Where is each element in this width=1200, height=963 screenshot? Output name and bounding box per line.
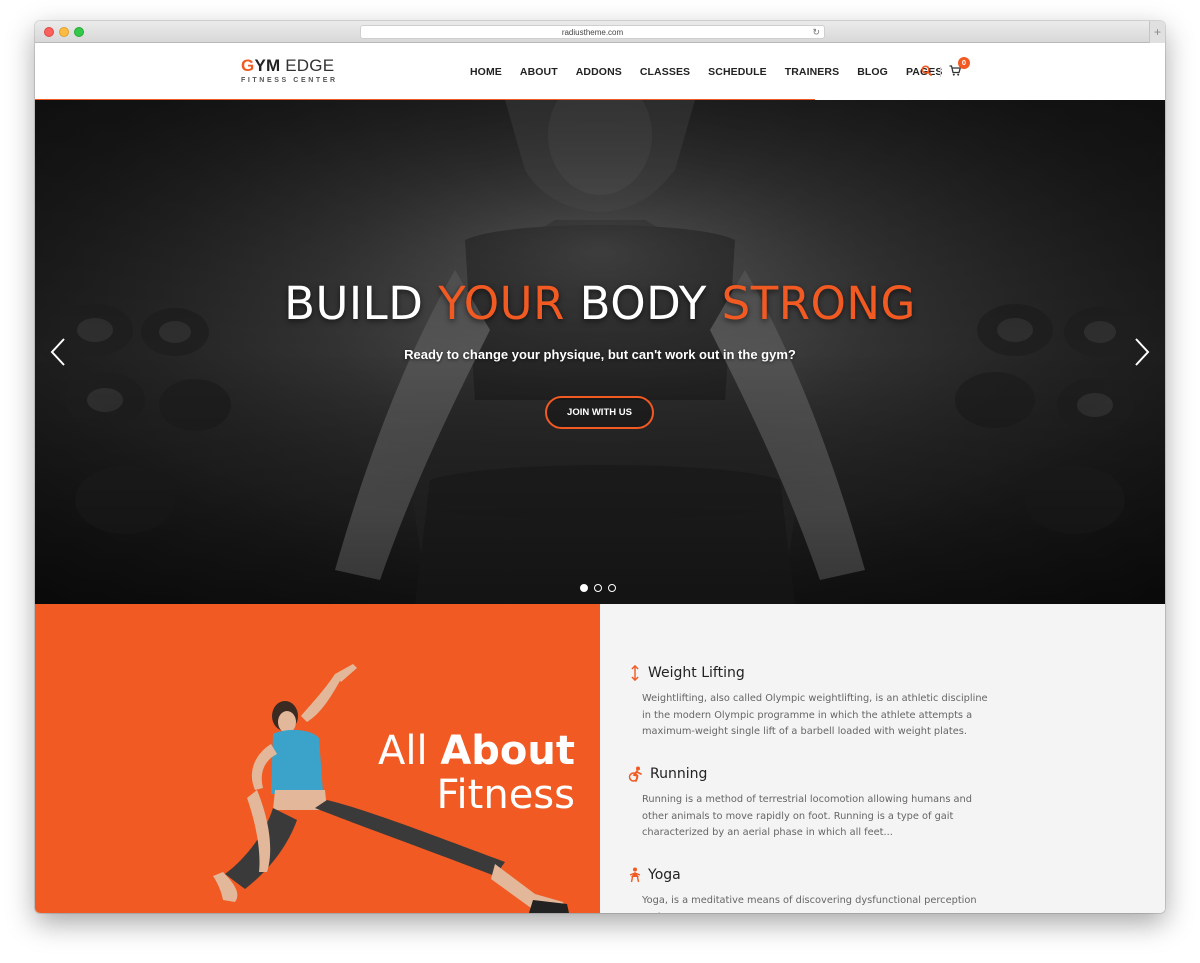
zoom-window-button[interactable] xyxy=(74,27,84,37)
feature-description: Weightlifting, also called Olympic weigh… xyxy=(642,693,988,737)
reload-icon[interactable]: ↻ xyxy=(812,26,820,39)
hero-headline-part-1: BUILD xyxy=(284,277,439,330)
nav-addons[interactable]: ADDONS xyxy=(567,66,631,78)
new-tab-button[interactable]: + xyxy=(1149,21,1165,43)
search-icon[interactable] xyxy=(921,65,932,76)
feature-item-running: Running Running is a method of terrestri… xyxy=(628,766,988,842)
slider-prev-arrow-icon[interactable] xyxy=(49,337,67,367)
address-bar[interactable]: radiustheme.com ↻ xyxy=(360,25,825,39)
logo-gym-rest: YM xyxy=(254,56,281,75)
running-icon xyxy=(628,766,642,782)
feature-description: Running is a method of terrestrial locom… xyxy=(642,794,972,838)
logo-edge: EDGE xyxy=(280,56,335,75)
nav-classes[interactable]: CLASSES xyxy=(631,66,699,78)
fitness-heading-line2: Fitness xyxy=(436,772,575,818)
fitness-heading: All About Fitness xyxy=(365,729,575,817)
fitness-heading-bold: About xyxy=(440,728,575,774)
logo-subtitle: FITNESS CENTER xyxy=(241,77,338,84)
feature-title: Weight Lifting xyxy=(648,665,745,681)
minimize-window-button[interactable] xyxy=(59,27,69,37)
feature-title: Running xyxy=(650,766,708,782)
site-logo[interactable]: GYM EDGE FITNESS CENTER xyxy=(241,57,338,84)
nav-blog[interactable]: BLOG xyxy=(848,66,897,78)
hero-headline-part-2: YOUR xyxy=(438,277,565,330)
slider-dot-1[interactable] xyxy=(580,584,588,592)
cart-count-badge: 0 xyxy=(958,57,970,69)
hero-headline-part-3: BODY xyxy=(564,277,722,330)
logo-wordmark: GYM EDGE xyxy=(241,57,338,74)
weight-lifting-icon xyxy=(631,665,639,681)
slider-dot-3[interactable] xyxy=(608,584,616,592)
hero-headline-part-4: STRONG xyxy=(721,277,916,330)
main-nav: HOME ABOUT ADDONS CLASSES SCHEDULE TRAIN… xyxy=(461,43,951,100)
nav-schedule[interactable]: SCHEDULE xyxy=(699,66,776,78)
logo-initial: G xyxy=(241,56,255,75)
feature-title: Yoga xyxy=(648,867,681,883)
fitness-heading-light: All xyxy=(378,728,441,774)
nav-divider xyxy=(940,67,941,77)
feature-item-weight-lifting: Weight Lifting Weightlifting, also calle… xyxy=(628,665,988,741)
browser-window: radiustheme.com ↻ + GYM EDGE FITNESS CEN… xyxy=(35,21,1165,913)
slider-next-arrow-icon[interactable] xyxy=(1133,337,1151,367)
feature-item-yoga: Yoga Yoga, is a meditative means of disc… xyxy=(628,867,988,913)
slider-pagination xyxy=(580,584,616,592)
hero-slider: BUILD YOUR BODY STRONG Ready to change y… xyxy=(35,100,1165,604)
close-window-button[interactable] xyxy=(44,27,54,37)
join-with-us-button[interactable]: JOIN WITH US xyxy=(545,396,654,429)
yoga-icon xyxy=(629,867,641,883)
features-section: All About Fitness Weight Lifting Weightl… xyxy=(35,604,1165,913)
slider-dot-2[interactable] xyxy=(594,584,602,592)
fitness-promo-panel: All About Fitness xyxy=(35,604,600,913)
browser-toolbar: radiustheme.com ↻ + xyxy=(35,21,1165,43)
site-header: GYM EDGE FITNESS CENTER HOME ABOUT ADDON… xyxy=(35,43,1165,100)
hero-headline: BUILD YOUR BODY STRONG xyxy=(35,277,1165,330)
url-text: radiustheme.com xyxy=(561,28,624,37)
nav-home[interactable]: HOME xyxy=(461,66,511,78)
hero-subtitle: Ready to change your physique, but can't… xyxy=(404,347,796,362)
feature-list: Weight Lifting Weightlifting, also calle… xyxy=(600,604,1165,913)
nav-about[interactable]: ABOUT xyxy=(511,66,567,78)
feature-description: Yoga, is a meditative means of discoveri… xyxy=(642,895,977,913)
nav-trainers[interactable]: TRAINERS xyxy=(776,66,848,78)
